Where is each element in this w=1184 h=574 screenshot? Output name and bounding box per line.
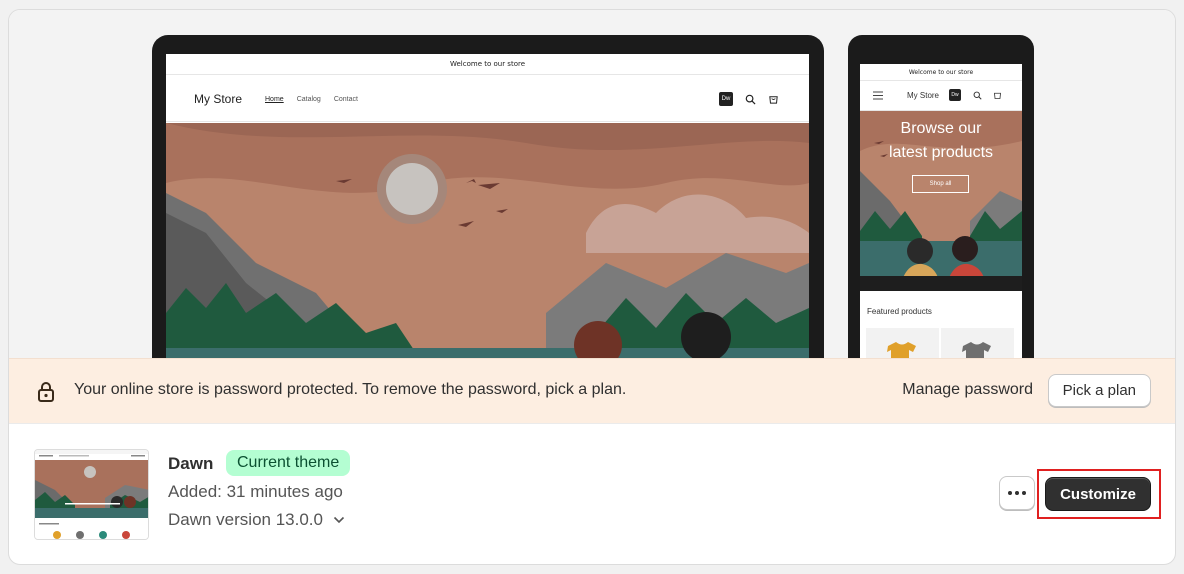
cart-icon [769,95,778,104]
store-nav-contact: Contact [333,96,358,103]
mobile-preview-screen: Welcome to our store My Store Dw Browse … [860,64,1022,358]
menu-icon [873,91,883,100]
store-nav: Home Catalog Contact [265,96,358,103]
mobile-store-logo: My Store [907,91,940,100]
chevron-down-icon [333,516,345,524]
theme-added-time: Added: 31 minutes ago [168,482,343,501]
password-banner: Your online store is password protected.… [9,358,1175,424]
more-dot [1022,491,1026,495]
mobile-preview-frame: Welcome to our store My Store Dw Browse … [848,35,1034,358]
current-theme-badge: Current theme [226,450,351,476]
store-logo: My Store [194,92,243,106]
shop-all-button: Shop all [912,175,969,193]
store-icons: Dw [719,92,779,106]
cart-icon [994,92,1001,99]
theme-thumbnail[interactable] [34,449,149,540]
store-nav-home: Home [265,96,284,103]
gray-tshirt-image [962,342,991,358]
mobile-announcement-bar: Welcome to our store [860,64,1022,81]
more-dot [1008,491,1012,495]
mobile-app-badge: Dw [949,89,961,101]
featured-products-heading: Featured products [867,307,932,316]
desktop-preview-frame: Welcome to our store My Store Home Catal… [152,35,824,358]
theme-preview: Welcome to our store My Store Home Catal… [9,10,1175,358]
pick-a-plan-button[interactable]: Pick a plan [1047,374,1151,407]
store-header: My Store Home Catalog Contact Dw [166,75,809,122]
desktop-preview-screen: Welcome to our store My Store Home Catal… [166,54,809,358]
hero-illustration [166,123,809,358]
app-badge: Dw [719,92,733,106]
customize-button[interactable]: Customize [1045,477,1151,511]
hero-title-line-1: Browse our [900,120,982,137]
yellow-tshirt-image [887,342,916,358]
product-card [941,328,1014,358]
theme-thumbnail-image [35,450,148,539]
theme-card: Welcome to our store My Store Home Catal… [8,9,1176,565]
theme-version-toggle[interactable]: Dawn version 13.0.0 [168,510,345,530]
announcement-bar: Welcome to our store [166,54,809,75]
manage-password-link[interactable]: Manage password [902,381,1033,399]
more-dot [1015,491,1019,495]
search-icon [745,94,756,105]
product-card [866,328,939,358]
lock-icon [38,382,54,402]
store-nav-catalog: Catalog [296,96,321,103]
hero-title-line-2: latest products [888,144,994,161]
search-icon [973,91,982,100]
theme-name: Dawn [168,454,214,473]
more-actions-button[interactable] [999,476,1035,510]
mobile-hero-title: Browse our latest products [860,117,1022,165]
theme-version-label: Dawn version 13.0.0 [168,510,323,529]
password-banner-message: Your online store is password protected.… [74,381,627,398]
mobile-store-header: My Store Dw [860,81,1022,111]
